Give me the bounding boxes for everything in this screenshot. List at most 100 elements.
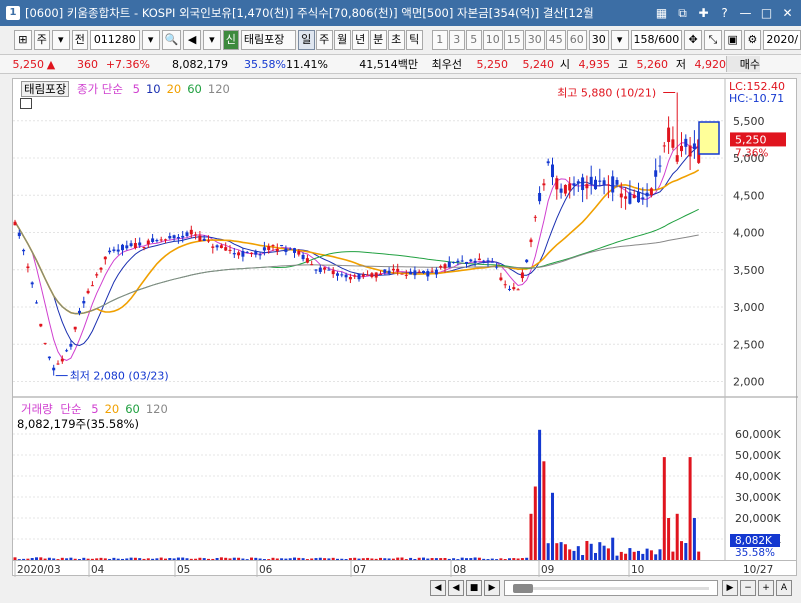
candle-body xyxy=(340,274,344,276)
speaker-icon[interactable]: ◀ xyxy=(183,30,201,50)
candle-body xyxy=(271,245,275,247)
interval-button[interactable]: 10 xyxy=(482,30,503,50)
stock-code-input[interactable]: 011280 xyxy=(89,30,140,50)
period-tab[interactable]: 틱 xyxy=(405,30,423,50)
window-icon: 1 xyxy=(6,6,20,20)
window-title: [0600] 키움종합차트 - KOSPI 외국인보유[1,470(천)] 주식… xyxy=(25,6,594,20)
volume-bar xyxy=(680,541,683,560)
interval-button[interactable]: 3 xyxy=(448,30,465,50)
interval-button[interactable]: 30 xyxy=(524,30,545,50)
period-tab[interactable]: 월 xyxy=(333,30,351,50)
interval-dropdown-icon[interactable]: ▾ xyxy=(610,30,629,50)
interval-button[interactable]: 60 xyxy=(566,30,587,50)
interval-button[interactable]: 1 xyxy=(431,30,448,50)
candle-body xyxy=(151,238,155,242)
speaker-dropdown-icon[interactable]: ▾ xyxy=(202,30,221,50)
date-input[interactable]: 2020/ xyxy=(763,30,801,50)
current-volume-tag-text: 8,082K xyxy=(735,535,773,547)
scroll-track[interactable] xyxy=(504,580,718,596)
period-tab[interactable]: 분 xyxy=(369,30,387,50)
candle-body xyxy=(172,235,176,239)
table-icon[interactable] xyxy=(20,98,32,109)
volume-legend: 거래량 단순 5 20 60 120 xyxy=(21,401,168,417)
candle-body xyxy=(65,350,69,352)
interval-button[interactable]: 15 xyxy=(503,30,524,50)
period-tab[interactable]: 주 xyxy=(315,30,333,50)
search-icon[interactable]: 🔍 xyxy=(161,30,182,50)
candle-body xyxy=(22,249,26,252)
prev-button[interactable]: 전 xyxy=(71,30,88,50)
candle-body xyxy=(194,234,198,236)
help-icon[interactable]: ? xyxy=(715,4,734,22)
candle-body xyxy=(73,326,77,330)
chart-area[interactable]: 5,500 5,000 4,500 4,000 3,500 3,000 2,500 2,000… xyxy=(12,78,798,562)
font-size-icon[interactable]: A xyxy=(776,580,792,596)
volume-bar xyxy=(576,546,580,560)
candle-body xyxy=(370,273,374,277)
open-label: 시 xyxy=(559,58,570,71)
x-axis-label: 2020/03 xyxy=(17,564,61,576)
chart-menu-icon[interactable]: ⊞ xyxy=(14,30,32,50)
x-axis-label: 06 xyxy=(259,564,273,576)
interval-button[interactable]: 5 xyxy=(465,30,482,50)
candle-body xyxy=(404,274,408,276)
candle-body xyxy=(267,246,271,250)
candle-body xyxy=(116,249,120,252)
grid-icon[interactable]: ▦ xyxy=(652,4,671,22)
settings-icon[interactable]: ⚙ xyxy=(743,30,762,50)
interval-select[interactable]: 30 xyxy=(588,30,609,50)
high-label: 고 xyxy=(617,58,628,71)
buy-button[interactable]: 매수 xyxy=(726,56,760,72)
scroll-thumb[interactable] xyxy=(513,584,533,593)
candle-body xyxy=(456,260,460,263)
candle-body xyxy=(331,270,335,275)
close-icon[interactable]: ✕ xyxy=(778,4,797,22)
x-axis-label: 09 xyxy=(541,564,554,576)
candle-body xyxy=(641,197,645,200)
pin-icon[interactable]: ✚ xyxy=(694,4,713,22)
scroll-first-icon[interactable]: ◀ xyxy=(430,580,446,596)
period-dropdown-icon[interactable]: ▾ xyxy=(51,30,70,50)
volume-bar xyxy=(594,552,597,560)
volume-bar xyxy=(688,457,692,560)
code-dropdown-icon[interactable]: ▾ xyxy=(141,30,160,50)
candle-body xyxy=(146,240,150,245)
restore-icon[interactable]: ⧉ xyxy=(673,4,692,22)
period-tab[interactable]: 년 xyxy=(351,30,369,50)
candle-body xyxy=(357,273,361,280)
draw-icon[interactable]: ⤡ xyxy=(704,30,722,50)
zoom-in-icon[interactable]: + xyxy=(758,580,774,596)
low-annotation: 최저 2,080 (03/23) xyxy=(70,370,169,383)
current-price-tag-text: 5,250 xyxy=(735,133,767,146)
candle-body xyxy=(159,239,163,241)
candle-body xyxy=(568,183,572,191)
volume-ma-legend-item: 5 xyxy=(91,402,99,416)
candle-body xyxy=(439,266,443,268)
period-tab[interactable]: 일 xyxy=(297,30,315,50)
scroll-stop-icon[interactable]: ■ xyxy=(466,580,482,596)
scroll-next-icon[interactable]: ▶ xyxy=(484,580,500,596)
volume-bar xyxy=(645,548,649,560)
candle-body xyxy=(293,248,296,253)
candle-body xyxy=(202,238,206,241)
candle-body xyxy=(374,272,378,278)
volume-bar xyxy=(529,513,533,560)
scroll-prev-icon[interactable]: ◀ xyxy=(448,580,464,596)
period-select[interactable]: 주 xyxy=(33,30,50,50)
ma-legend-item: 20 xyxy=(166,82,182,96)
candle-body xyxy=(615,179,619,185)
chart-canvas[interactable]: 5,5005,0004,5004,0003,5003,0002,5002,000… xyxy=(13,79,798,562)
maximize-icon[interactable]: □ xyxy=(757,4,776,22)
period-tab[interactable]: 초 xyxy=(387,30,405,50)
count-display[interactable]: 158/600 xyxy=(630,30,683,50)
crosshair-icon[interactable]: ✥ xyxy=(684,30,702,50)
interval-button[interactable]: 45 xyxy=(545,30,566,50)
candle-body xyxy=(508,288,511,290)
candle-body xyxy=(473,260,477,263)
scroll-bar[interactable]: ◀ ◀ ■ ▶ ▶ − + A xyxy=(12,578,797,600)
candle-body xyxy=(598,180,602,182)
minimize-icon[interactable]: — xyxy=(736,4,755,22)
save-icon[interactable]: ▣ xyxy=(723,30,742,50)
zoom-out-icon[interactable]: − xyxy=(740,580,756,596)
scroll-end-icon[interactable]: ▶ xyxy=(722,580,738,596)
